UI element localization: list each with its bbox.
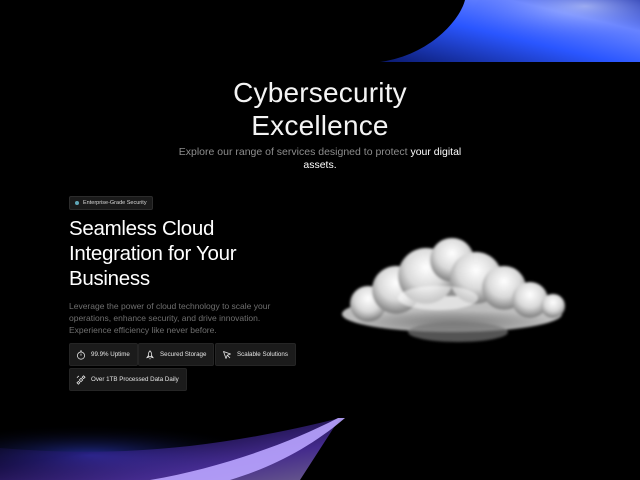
hero-title-line1: Cybersecurity bbox=[233, 77, 407, 108]
hero-title: Cybersecurity Excellence bbox=[120, 76, 520, 142]
chip-uptime: 99.9% Uptime bbox=[69, 343, 138, 366]
top-glow-decoration bbox=[360, 0, 640, 62]
bottom-glow-decoration bbox=[0, 418, 360, 480]
hero-title-line2: Excellence bbox=[251, 110, 389, 141]
stopwatch-icon bbox=[77, 350, 85, 360]
badge-label: Enterprise-Grade Security bbox=[83, 200, 147, 206]
rocket-icon bbox=[146, 349, 154, 359]
chip-processed-data: Over 1TB Processed Data Daily bbox=[69, 368, 187, 391]
feature-title-line2: Integration for Your bbox=[69, 242, 237, 265]
chip-scalable-solutions: Scalable Solutions bbox=[215, 343, 296, 366]
chip-label: Over 1TB Processed Data Daily bbox=[91, 376, 179, 383]
chip-secured-storage: Secured Storage bbox=[138, 343, 215, 366]
feature-title: Seamless Cloud Integration for Your Busi… bbox=[69, 216, 329, 291]
feature-description: Leverage the power of cloud technology t… bbox=[69, 301, 271, 335]
page: Cybersecurity Excellence Explore our ran… bbox=[0, 0, 640, 480]
feature-title-line3: Business bbox=[69, 267, 150, 290]
feature-title-line1: Seamless Cloud bbox=[69, 217, 215, 240]
hero-subtitle: Explore our range of services designed t… bbox=[170, 146, 470, 172]
security-badge: Enterprise-Grade Security bbox=[69, 196, 153, 210]
satellite-icon bbox=[76, 374, 86, 385]
cursor-pointer-icon bbox=[223, 350, 231, 359]
hero-subtitle-text: Explore our range of services designed t… bbox=[178, 146, 411, 158]
badge-dot-icon bbox=[75, 201, 79, 205]
chip-label: 99.9% Uptime bbox=[91, 351, 130, 358]
chip-label: Scalable Solutions bbox=[237, 351, 288, 358]
cloud-illustration bbox=[328, 232, 576, 352]
chip-label: Secured Storage bbox=[160, 351, 207, 358]
